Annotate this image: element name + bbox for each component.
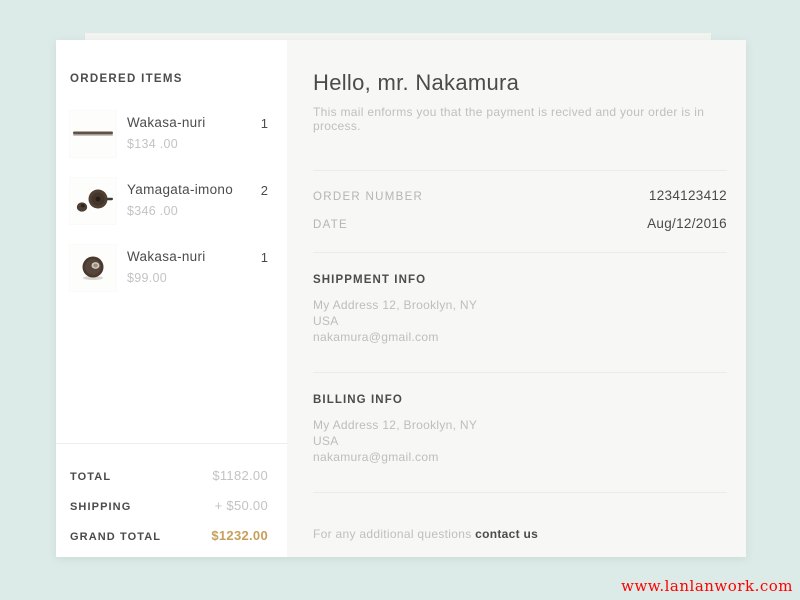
total-label: TOTAL [70,471,111,483]
total-row: TOTAL $1182.00 [70,468,268,483]
item-price: $99.00 [127,271,206,285]
billing-info-section: BILLING INFO My Address 12, Brooklyn, NY… [313,373,727,492]
item-quantity: 2 [261,178,268,198]
grand-total-row: GRAND TOTAL $1232.00 [70,528,268,543]
shipping-row: SHIPPING + $50.00 [70,498,268,513]
confirmation-message: This mail enforms you that the payment i… [313,105,727,133]
item-name: Wakasa-nuri [127,249,206,264]
billing-country-line: USA [313,433,727,449]
billing-address-line: My Address 12, Brooklyn, NY [313,417,727,433]
billing-email-line: nakamura@gmail.com [313,449,727,465]
watermark-url: www.lanlanwork.com [621,577,793,595]
total-value: $1182.00 [212,468,268,483]
contact-us-link[interactable]: contact us [475,527,538,541]
order-date-label: DATE [313,219,348,231]
order-meta: ORDER NUMBER 1234123412 DATE Aug/12/2016 [313,171,727,252]
order-number-row: ORDER NUMBER 1234123412 [313,183,727,211]
order-details-panel: Hello, mr. Nakamura This mail enforms yo… [287,40,746,557]
order-confirmation-card: ORDERED ITEMS Wakasa-nuri $134 .00 1 [56,40,746,557]
shipment-info-heading: SHIPPMENT INFO [313,274,727,286]
order-totals: TOTAL $1182.00 SHIPPING + $50.00 GRAND T… [56,443,287,557]
ordered-items-panel: ORDERED ITEMS Wakasa-nuri $134 .00 1 [56,40,287,557]
shipment-info-section: SHIPPMENT INFO My Address 12, Brooklyn, … [313,253,727,372]
item-name: Yamagata-imono [127,182,233,197]
order-item-row: Wakasa-nuri $134 .00 1 [70,111,268,157]
product-image-bowl [70,245,116,291]
grand-total-value: $1232.00 [211,528,268,543]
shipment-address-line: My Address 12, Brooklyn, NY [313,297,727,313]
shipping-value: + $50.00 [215,498,268,513]
ordered-items-heading: ORDERED ITEMS [70,73,268,85]
order-date-row: DATE Aug/12/2016 [313,211,727,239]
order-number-value: 1234123412 [649,188,727,203]
shipment-email-line: nakamura@gmail.com [313,329,727,345]
footer-text: For any additional questions [313,527,475,541]
order-item-row: Yamagata-imono $346 .00 2 [70,178,268,224]
item-price: $346 .00 [127,204,233,218]
grand-total-label: GRAND TOTAL [70,531,161,543]
divider [313,492,727,493]
greeting-title: Hello, mr. Nakamura [313,70,727,96]
shipping-label: SHIPPING [70,501,131,513]
item-quantity: 1 [261,245,268,265]
order-date-value: Aug/12/2016 [647,216,727,231]
item-price: $134 .00 [127,137,206,151]
item-quantity: 1 [261,111,268,131]
order-item-row: Wakasa-nuri $99.00 1 [70,245,268,291]
shipment-country-line: USA [313,313,727,329]
product-image-teapot [70,178,116,224]
footer-help-text: For any additional questions contact us [313,527,727,541]
product-image-chopsticks [70,111,116,157]
order-number-label: ORDER NUMBER [313,191,423,203]
billing-info-heading: BILLING INFO [313,394,727,406]
item-name: Wakasa-nuri [127,115,206,130]
